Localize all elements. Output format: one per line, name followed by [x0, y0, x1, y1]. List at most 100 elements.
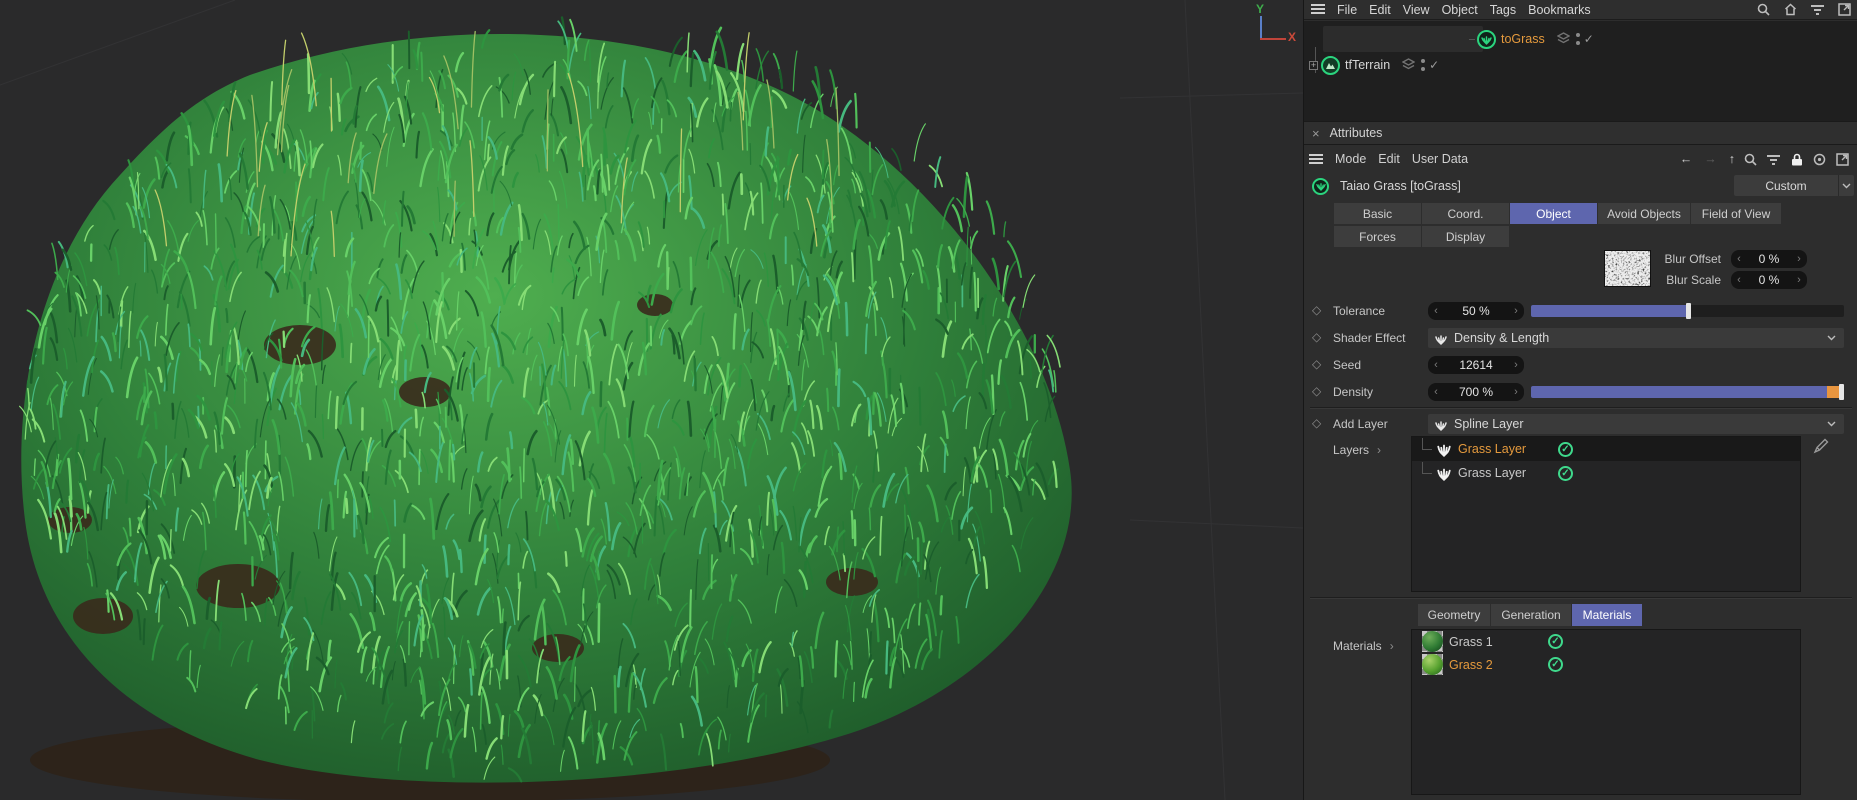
layer-name: Grass Layer — [1458, 466, 1527, 480]
layer-name: Grass Layer — [1458, 442, 1527, 456]
attr-menu-edit[interactable]: Edit — [1378, 152, 1400, 166]
tab-field-of-view[interactable]: Field of View — [1691, 203, 1781, 224]
object-row-tfterrain[interactable]: + tfTerrain ✓ — [1309, 52, 1439, 78]
attr-menu-userdata[interactable]: User Data — [1412, 152, 1468, 166]
enabled-check-icon[interactable]: ✓ — [1584, 32, 1594, 46]
home-icon[interactable] — [1783, 2, 1798, 17]
popout-icon[interactable] — [1837, 2, 1852, 17]
viewport-3d[interactable]: Y X — [0, 0, 1303, 800]
menu-file[interactable]: File — [1337, 3, 1357, 17]
tolerance-slider[interactable] — [1531, 303, 1844, 319]
expand-icon[interactable]: + — [1309, 60, 1318, 70]
chevron-down-icon — [1827, 421, 1836, 427]
grass-tuft-icon — [1434, 332, 1448, 345]
filter-icon[interactable] — [1810, 2, 1825, 17]
spinner-right-icon[interactable]: › — [1508, 359, 1524, 371]
menu-view[interactable]: View — [1403, 3, 1430, 17]
spinner-right-icon[interactable]: › — [1791, 253, 1807, 265]
spinner-right-icon[interactable]: › — [1508, 305, 1524, 317]
back-arrow-icon[interactable]: ← — [1680, 152, 1693, 166]
add-layer-dropdown[interactable]: Spline Layer — [1428, 414, 1844, 434]
attributes-toolbar: Mode Edit User Data ← → ↑ — [1304, 146, 1857, 172]
tab-basic[interactable]: Basic — [1334, 203, 1421, 224]
layer-row[interactable]: Grass Layer ✓ — [1412, 437, 1800, 461]
object-row-tograss[interactable]: toGrass ✓ — [1309, 26, 1594, 52]
layer-row[interactable]: Grass Layer ✓ — [1412, 461, 1800, 485]
menu-tags[interactable]: Tags — [1490, 3, 1516, 17]
object-manager: toGrass ✓ + tfTerrain ✓ — [1304, 21, 1857, 121]
enabled-check-icon[interactable]: ✓ — [1429, 58, 1439, 72]
shader-effect-dropdown[interactable]: Density & Length — [1428, 328, 1844, 348]
tab-geometry[interactable]: Geometry — [1418, 604, 1490, 626]
tolerance-slider-handle[interactable] — [1685, 303, 1691, 319]
layer-tag-icon[interactable] — [1556, 31, 1571, 47]
tab-generation[interactable]: Generation — [1491, 604, 1571, 626]
popout-icon[interactable] — [1835, 152, 1850, 167]
search-icon[interactable] — [1756, 2, 1771, 17]
hamburger-menu-icon[interactable] — [1308, 152, 1323, 167]
preset-value: Custom — [1765, 178, 1807, 193]
density-input[interactable]: ‹ 700 % › — [1428, 383, 1524, 401]
density-slider[interactable] — [1531, 384, 1844, 400]
target-icon[interactable] — [1812, 152, 1827, 167]
layer-enabled-check-icon[interactable]: ✓ — [1558, 441, 1573, 457]
spinner-left-icon[interactable]: ‹ — [1428, 305, 1444, 317]
visibility-dots-icon[interactable] — [1421, 59, 1426, 71]
hamburger-menu-icon[interactable] — [1310, 2, 1325, 17]
material-enabled-check-icon[interactable]: ✓ — [1548, 634, 1563, 649]
pencil-edit-icon[interactable] — [1813, 438, 1829, 454]
blur-scale-input[interactable]: ‹ 0 % › — [1731, 271, 1807, 289]
chevron-right-icon[interactable]: › — [1377, 443, 1381, 457]
spinner-right-icon[interactable]: › — [1791, 274, 1807, 286]
density-slider-handle[interactable] — [1839, 384, 1844, 400]
attribute-tabs: Basic Coord. Object Avoid Objects Field … — [1334, 203, 1854, 249]
material-thumbnail[interactable] — [1422, 654, 1443, 675]
param-seed: ◇ Seed ‹ 12614 › — [1304, 356, 1857, 374]
layer-enabled-check-icon[interactable]: ✓ — [1558, 465, 1573, 481]
layer-tag-icon[interactable] — [1401, 57, 1416, 73]
spinner-left-icon[interactable]: ‹ — [1731, 274, 1747, 286]
chevron-right-icon[interactable]: › — [1390, 639, 1394, 653]
param-label: Shader Effect — [1333, 331, 1406, 345]
material-name: Grass 1 — [1449, 634, 1493, 649]
separator — [1310, 407, 1852, 408]
param-diamond-icon[interactable]: ◇ — [1312, 384, 1321, 398]
axis-gizmo: Y X — [1240, 2, 1300, 50]
menu-bookmarks[interactable]: Bookmarks — [1528, 3, 1591, 17]
param-add-layer: ◇ Add Layer Spline Layer — [1304, 414, 1857, 434]
visibility-dots-icon[interactable] — [1575, 33, 1580, 45]
blur-offset-input[interactable]: ‹ 0 % › — [1731, 250, 1807, 268]
spinner-right-icon[interactable]: › — [1508, 386, 1524, 398]
material-enabled-check-icon[interactable]: ✓ — [1548, 657, 1563, 672]
seed-input[interactable]: ‹ 12614 › — [1428, 356, 1524, 374]
tab-display[interactable]: Display — [1422, 226, 1509, 247]
material-thumbnail[interactable] — [1422, 631, 1443, 652]
tab-coord[interactable]: Coord. — [1422, 203, 1509, 224]
material-row[interactable]: Grass 2 ✓ — [1412, 653, 1800, 676]
param-diamond-icon[interactable]: ◇ — [1312, 416, 1321, 430]
close-icon[interactable]: × — [1312, 126, 1320, 141]
param-diamond-icon[interactable]: ◇ — [1312, 330, 1321, 344]
menu-edit[interactable]: Edit — [1369, 3, 1391, 17]
tab-forces[interactable]: Forces — [1334, 226, 1421, 247]
lock-icon[interactable] — [1789, 152, 1804, 167]
attr-menu-mode[interactable]: Mode — [1335, 152, 1366, 166]
param-blur-offset: Blur Offset ‹ 0 % › — [1304, 250, 1857, 268]
spinner-left-icon[interactable]: ‹ — [1428, 386, 1444, 398]
spinner-left-icon[interactable]: ‹ — [1428, 359, 1444, 371]
tab-object[interactable]: Object — [1510, 203, 1597, 224]
up-arrow-icon[interactable]: ↑ — [1729, 152, 1735, 166]
material-row[interactable]: Grass 1 ✓ — [1412, 630, 1800, 653]
param-diamond-icon[interactable]: ◇ — [1312, 357, 1321, 371]
tab-avoid-objects[interactable]: Avoid Objects — [1598, 203, 1690, 224]
filter-icon[interactable] — [1766, 152, 1781, 167]
search-icon[interactable] — [1743, 152, 1758, 167]
attribute-object-title: Taiao Grass [toGrass] — [1340, 179, 1461, 193]
forward-arrow-icon[interactable]: → — [1704, 152, 1717, 166]
menu-object[interactable]: Object — [1442, 3, 1478, 17]
preset-dropdown[interactable]: Custom — [1734, 175, 1854, 196]
tab-materials[interactable]: Materials — [1572, 604, 1642, 626]
tolerance-input[interactable]: ‹ 50 % › — [1428, 302, 1524, 320]
param-diamond-icon[interactable]: ◇ — [1312, 303, 1321, 317]
spinner-left-icon[interactable]: ‹ — [1731, 253, 1747, 265]
